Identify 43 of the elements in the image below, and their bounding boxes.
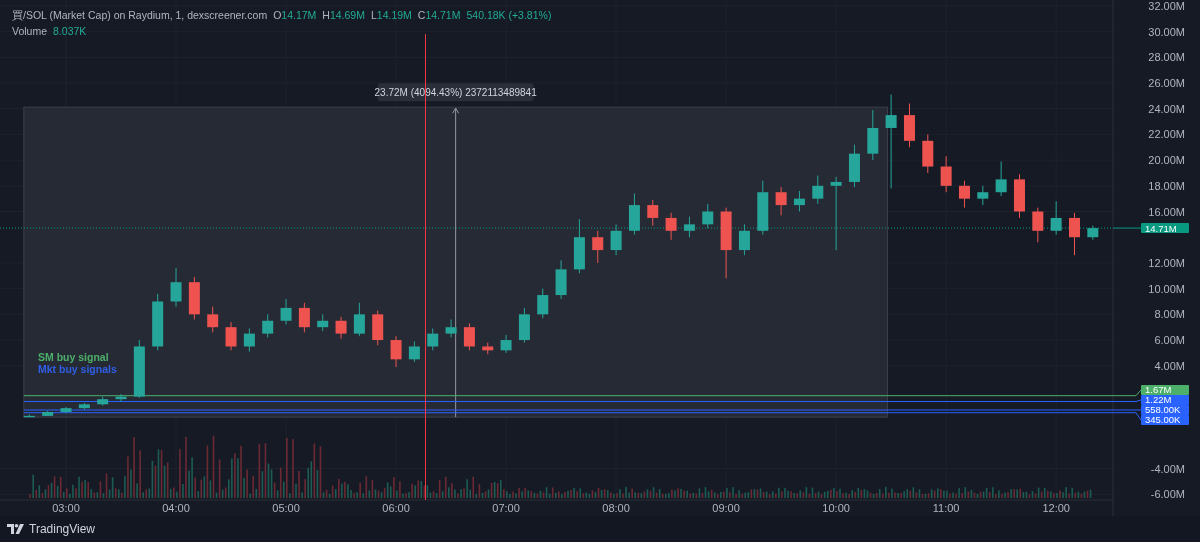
axis-label: 12:00 [1042, 502, 1070, 514]
axis-label: 26.00M [1148, 77, 1185, 89]
axis-label: 18.00M [1148, 179, 1185, 192]
ohlc-value: H14.69M [322, 9, 365, 23]
ref-line-label: 1.22M [1145, 394, 1172, 406]
volume-value: 8.037K [53, 25, 87, 37]
axis-label: 32.00M [1148, 0, 1185, 12]
axis-label: 6.00M [1154, 334, 1185, 347]
ref-line-label: 14.71M [1145, 222, 1177, 234]
axis-label: -6.00M [1150, 488, 1185, 501]
volume-label: Volume [12, 25, 48, 37]
axis-label: 12.00M [1148, 256, 1185, 269]
axis-label: 22.00M [1148, 128, 1185, 141]
ref-line-label: 1.67M [1145, 384, 1172, 396]
signal-label: SM buy signal [38, 351, 110, 363]
ohlc-value: O14.17M [273, 9, 317, 23]
ref-line-label: 345.00K [1145, 414, 1182, 426]
price-tag: 345.00K [1112, 412, 1189, 426]
axis-label: 11:00 [932, 502, 960, 514]
axis-label: 24.00M [1148, 102, 1185, 115]
axis-label: 05:00 [272, 502, 300, 514]
axis-label: 30.00M [1148, 25, 1185, 38]
axis-label: 4.00M [1154, 359, 1185, 372]
axis-label: 08:00 [602, 502, 630, 514]
axis-label: 20.00M [1148, 154, 1185, 167]
symbol-title: 買/SOL (Market Cap) on Raydium, 1, dexscreener.com [12, 9, 268, 23]
brand-name: TradingView [29, 522, 96, 536]
axis-label: 04:00 [162, 502, 190, 514]
axis-label: 16.00M [1148, 205, 1185, 218]
price-tag: 1.67M [1112, 384, 1189, 397]
change-value: 540.18K (+3.81%) [466, 9, 552, 23]
axis-label: 28.00M [1148, 51, 1185, 64]
ohlc-value: C14.71M [417, 9, 461, 23]
axis-label: 06:00 [382, 502, 410, 514]
axis-label: 10.00M [1148, 282, 1185, 295]
axis-label: 09:00 [712, 502, 740, 514]
axis-label: 07:00 [492, 502, 520, 514]
axis-label: 10:00 [822, 502, 850, 514]
signal-label: Mkt buy signals [38, 363, 117, 375]
axis-label: -4.00M [1150, 462, 1185, 475]
axis-label: 8.00M [1154, 308, 1185, 321]
axis-label: 03:00 [52, 502, 80, 514]
ohlc-value: L14.19M [370, 9, 412, 23]
